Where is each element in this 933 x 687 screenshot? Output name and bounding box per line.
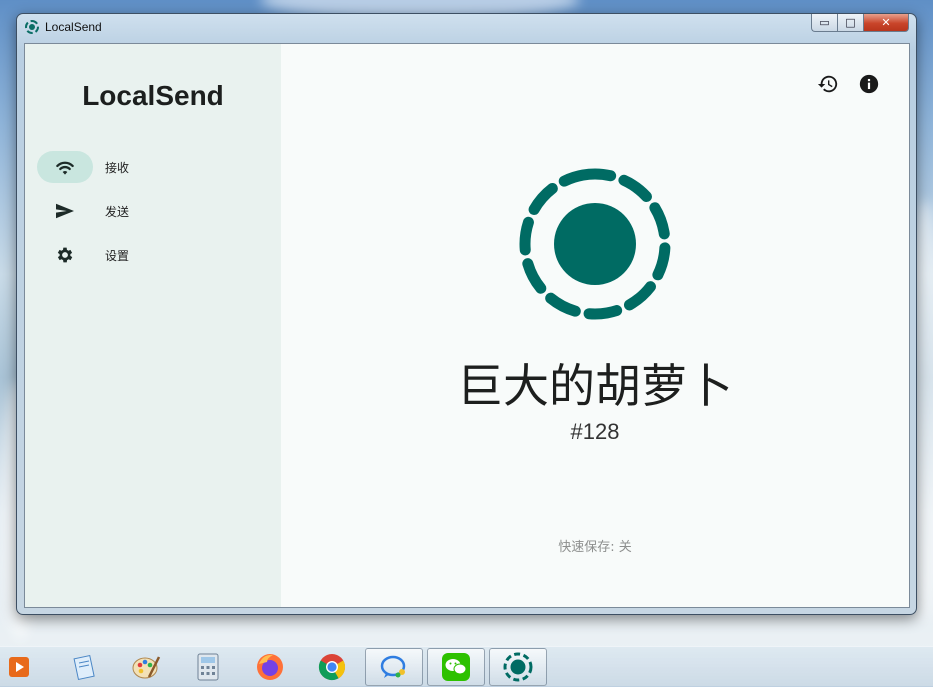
localsend-logo: [511, 160, 679, 332]
window-title: LocalSend: [45, 20, 102, 34]
paint-icon[interactable]: [117, 648, 175, 686]
sidebar: LocalSend 接收 发送 设置: [25, 44, 281, 607]
taskbar: [0, 646, 933, 687]
chrome-icon[interactable]: [303, 648, 361, 686]
gear-icon: [37, 239, 93, 271]
media-player-icon[interactable]: [0, 648, 48, 686]
notepad-icon[interactable]: [55, 648, 113, 686]
nav-item-settings[interactable]: 设置: [37, 239, 267, 271]
localsend-icon[interactable]: [489, 648, 547, 686]
caption-buttons: ▭ □ ✕: [811, 14, 909, 33]
app-brand: LocalSend: [82, 80, 224, 111]
wifi-icon: [37, 151, 93, 183]
chat-icon[interactable]: [365, 648, 423, 686]
quick-save-status: 快速保存: 关: [558, 540, 632, 555]
receive-panel: 巨大的胡萝卜 #128 快速保存: 关: [281, 44, 909, 607]
nav-item-send[interactable]: 发送: [37, 195, 267, 227]
localsend-window: LocalSend ▭ □ ✕ LocalSend 接收 发送 设置 巨大的胡萝…: [16, 13, 917, 615]
nav-item-receive[interactable]: 接收: [37, 151, 267, 183]
app-client-area: LocalSend 接收 发送 设置 巨大的胡萝卜 #128 快速保存: 关: [24, 43, 910, 608]
device-id: #128: [570, 419, 620, 444]
wechat-icon[interactable]: [427, 648, 485, 686]
minimize-button[interactable]: ▭: [811, 14, 837, 32]
device-name: 巨大的胡萝卜: [457, 359, 733, 413]
send-icon: [37, 195, 93, 227]
title-bar[interactable]: LocalSend ▭ □ ✕: [17, 14, 916, 43]
nav-label-receive: 接收: [105, 160, 130, 175]
localsend-app-icon: [25, 20, 39, 34]
close-button[interactable]: ✕: [863, 14, 909, 32]
history-icon[interactable]: [815, 71, 841, 97]
firefox-icon[interactable]: [241, 648, 299, 686]
info-icon[interactable]: [856, 71, 882, 97]
nav-label-send: 发送: [105, 204, 130, 219]
maximize-button[interactable]: □: [837, 14, 863, 32]
calculator-icon[interactable]: [179, 648, 237, 686]
nav-label-settings: 设置: [105, 248, 130, 263]
